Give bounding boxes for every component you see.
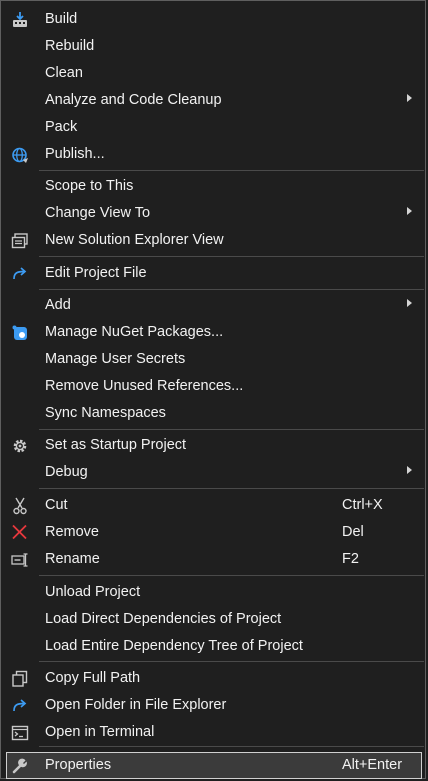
- build-icon: [13, 12, 27, 27]
- context-menu: Build Rebuild Clean Analyze and Code Cle…: [0, 0, 426, 779]
- menu-item-label: Manage User Secrets: [45, 351, 186, 367]
- menu-item-manage-nuget-packages[interactable]: Manage NuGet Packages...: [2, 319, 426, 346]
- menu-item-cut[interactable]: Cut Ctrl+X: [2, 492, 426, 519]
- menu-item-label: New Solution Explorer View: [45, 232, 224, 248]
- menu-item-set-as-startup-project[interactable]: Set as Startup Project: [2, 432, 426, 459]
- menu-item-sync-namespaces[interactable]: Sync Namespaces: [2, 400, 426, 427]
- menu-item-rename[interactable]: Rename F2: [2, 546, 426, 573]
- shortcut-text: F2: [342, 551, 359, 567]
- menu-item-label: Remove Unused References...: [45, 378, 244, 394]
- menu-separator: [39, 429, 424, 430]
- menu-item-label: Analyze and Code Cleanup: [45, 92, 222, 108]
- menu-item-open-in-terminal[interactable]: Open in Terminal: [2, 719, 426, 746]
- menu-separator: [39, 575, 424, 576]
- menu-item-remove[interactable]: Remove Del: [2, 519, 426, 546]
- menu-separator: [39, 256, 424, 257]
- menu-item-change-view-to[interactable]: Change View To: [2, 200, 426, 227]
- menu-item-label: Add: [45, 297, 71, 313]
- menu-item-label: Sync Namespaces: [45, 405, 166, 421]
- new-window-icon: [11, 233, 28, 249]
- menu-item-label: Build: [45, 11, 78, 27]
- menu-item-label: Remove: [45, 524, 99, 540]
- menu-item-label: Load Entire Dependency Tree of Project: [45, 638, 303, 654]
- menu-item-publish[interactable]: Publish...: [2, 141, 426, 168]
- menu-item-open-folder-in-file-explorer[interactable]: Open Folder in File Explorer: [2, 692, 426, 719]
- menu-item-label: Scope to This: [45, 178, 134, 194]
- menu-item-rebuild[interactable]: Rebuild: [2, 33, 426, 60]
- menu-item-edit-project-file[interactable]: Edit Project File: [2, 260, 426, 287]
- redo-arrow-icon: [13, 699, 27, 712]
- menu-item-remove-unused-references[interactable]: Remove Unused References...: [2, 373, 426, 400]
- menu-item-build[interactable]: Build: [2, 6, 426, 33]
- menu-item-label: Debug: [45, 464, 88, 480]
- menu-item-load-entire-dependency-tree[interactable]: Load Entire Dependency Tree of Project: [2, 633, 426, 660]
- menu-item-label: Unload Project: [45, 584, 141, 600]
- submenu-arrow-icon: [407, 466, 412, 474]
- menu-item-label: Copy Full Path: [45, 670, 141, 686]
- menu-item-copy-full-path[interactable]: Copy Full Path: [2, 665, 426, 692]
- menu-item-label: Load Direct Dependencies of Project: [45, 611, 282, 627]
- menu-separator: [39, 170, 424, 171]
- menu-item-properties[interactable]: Properties Alt+Enter: [6, 752, 422, 779]
- menu-separator: [39, 661, 424, 662]
- redo-arrow-icon: [13, 267, 27, 280]
- submenu-arrow-icon: [407, 299, 412, 307]
- gear-icon: [13, 439, 27, 453]
- menu-item-clean[interactable]: Clean: [2, 60, 426, 87]
- nuget-icon: [12, 325, 27, 340]
- menu-item-label: Properties: [45, 757, 112, 773]
- menu-item-label: Cut: [45, 497, 68, 513]
- menu-item-load-direct-dependencies[interactable]: Load Direct Dependencies of Project: [2, 606, 426, 633]
- menu-item-pack[interactable]: Pack: [2, 114, 426, 141]
- menu-item-scope-to-this[interactable]: Scope to This: [2, 173, 426, 200]
- menu-item-label: Open in Terminal: [45, 724, 155, 740]
- menu-item-debug[interactable]: Debug: [2, 459, 426, 486]
- menu-item-add[interactable]: Add: [2, 292, 426, 319]
- menu-item-manage-user-secrets[interactable]: Manage User Secrets: [2, 346, 426, 373]
- menu-item-label: Manage NuGet Packages...: [45, 324, 224, 340]
- scissors-icon: [13, 497, 27, 515]
- menu-item-unload-project[interactable]: Unload Project: [2, 579, 426, 606]
- menu-item-label: Rename: [45, 551, 100, 567]
- menu-separator: [39, 488, 424, 489]
- menu-item-label: Pack: [45, 119, 78, 135]
- globe-icon: [12, 147, 28, 163]
- menu-item-new-solution-explorer-view[interactable]: New Solution Explorer View: [2, 227, 426, 254]
- menu-item-label: Clean: [45, 65, 83, 81]
- copy-icon: [12, 670, 28, 687]
- red-x-icon: [12, 524, 27, 540]
- menu-separator: [39, 746, 424, 747]
- menu-separator: [39, 289, 424, 290]
- submenu-arrow-icon: [407, 207, 412, 215]
- menu-item-label: Publish...: [45, 146, 105, 162]
- shortcut-text: Ctrl+X: [342, 497, 383, 513]
- menu-item-label: Rebuild: [45, 38, 95, 54]
- wrench-icon: [12, 758, 27, 774]
- menu-item-label: Edit Project File: [45, 265, 147, 281]
- menu-item-label: Set as Startup Project: [45, 437, 187, 453]
- submenu-arrow-icon: [407, 94, 412, 102]
- shortcut-text: Alt+Enter: [342, 757, 403, 773]
- menu-item-label: Open Folder in File Explorer: [45, 697, 227, 713]
- rename-icon: [11, 553, 28, 567]
- shortcut-text: Del: [342, 524, 364, 540]
- menu-item-analyze-and-code-cleanup[interactable]: Analyze and Code Cleanup: [2, 87, 426, 114]
- menu-item-label: Change View To: [45, 205, 151, 221]
- terminal-icon: [11, 725, 29, 741]
